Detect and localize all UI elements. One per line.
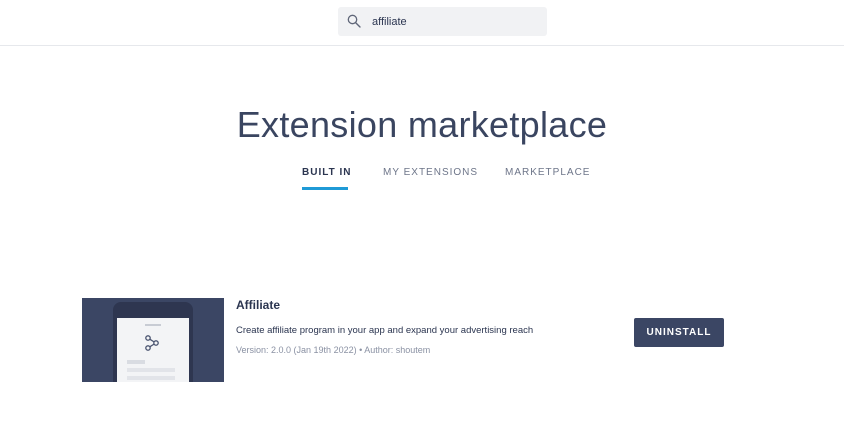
phone-screen — [117, 318, 189, 382]
affiliate-network-icon — [145, 335, 159, 351]
uninstall-button[interactable]: UNINSTALL — [634, 318, 724, 347]
top-bar — [0, 0, 844, 46]
extension-meta: Version: 2.0.0 (Jan 19th 2022) • Author:… — [236, 345, 431, 355]
tab-my-extensions[interactable]: MY EXTENSIONS — [383, 164, 478, 190]
screen-bar — [127, 360, 145, 364]
screen-bar — [127, 376, 175, 380]
search-box[interactable] — [338, 7, 547, 36]
tab-built-in[interactable]: BUILT IN — [302, 164, 350, 190]
phone-mockup — [113, 302, 193, 382]
screen-bar — [127, 368, 175, 372]
search-input[interactable] — [372, 7, 540, 36]
search-icon — [347, 14, 361, 28]
page-title: Extension marketplace — [236, 104, 608, 145]
extension-name[interactable]: Affiliate — [236, 298, 280, 312]
screen-header-line — [145, 324, 161, 326]
extension-thumbnail[interactable] — [82, 298, 224, 382]
tab-marketplace[interactable]: MARKETPLACE — [505, 164, 590, 190]
extension-description: Create affiliate program in your app and… — [236, 325, 534, 336]
extension-card: Affiliate Create affiliate program in yo… — [82, 298, 742, 382]
tab-bar: BUILT IN MY EXTENSIONS MARKETPLACE — [0, 164, 844, 192]
